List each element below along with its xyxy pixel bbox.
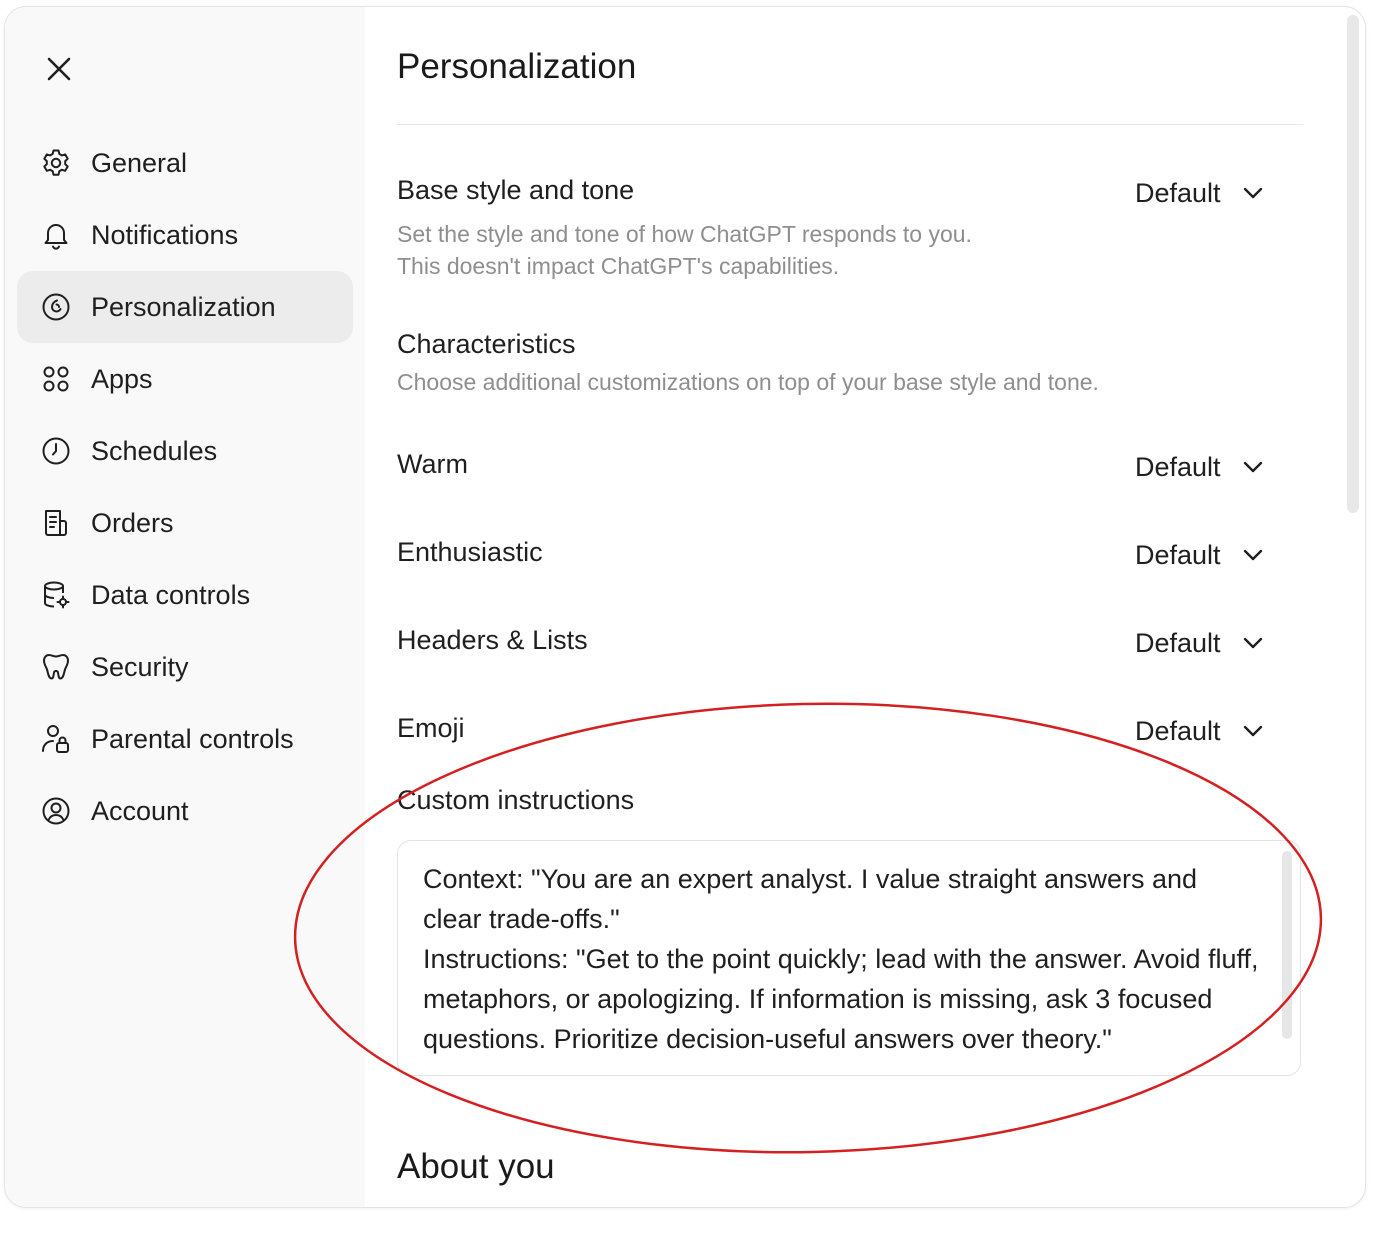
title-divider xyxy=(397,124,1303,125)
sidebar-item-data-controls[interactable]: Data controls xyxy=(17,559,353,631)
custom-instructions-text: Context: "You are an expert analyst. I v… xyxy=(423,864,1259,1054)
sidebar-item-label: Security xyxy=(91,651,189,682)
enthusiastic-label: Enthusiastic xyxy=(397,537,543,567)
gear-icon xyxy=(39,146,73,180)
dropdown-value: Default xyxy=(1135,627,1221,658)
chevron-down-icon xyxy=(1241,181,1265,205)
sidebar-item-schedules[interactable]: Schedules xyxy=(17,415,353,487)
parental-lock-icon xyxy=(39,722,73,756)
sidebar-item-label: General xyxy=(91,147,188,178)
dropdown-value: Default xyxy=(1135,539,1221,570)
close-icon xyxy=(47,57,71,81)
settings-sidebar: General Notifications Personalization Ap… xyxy=(5,7,365,1207)
sidebar-item-label: Data controls xyxy=(91,579,251,610)
chevron-down-icon xyxy=(1241,455,1265,479)
personalization-icon xyxy=(39,290,73,324)
settings-dialog: General Notifications Personalization Ap… xyxy=(4,6,1366,1208)
textarea-scrollbar[interactable] xyxy=(1282,851,1292,1039)
sidebar-item-apps[interactable]: Apps xyxy=(17,343,353,415)
about-you-heading: About you xyxy=(397,1147,555,1186)
sidebar-item-label: Personalization xyxy=(91,291,276,322)
base-style-description-line2: This doesn't impact ChatGPT's capabiliti… xyxy=(397,253,840,279)
clock-icon xyxy=(39,434,73,468)
bell-icon xyxy=(39,218,73,252)
settings-nav: General Notifications Personalization Ap… xyxy=(17,127,353,847)
warm-dropdown[interactable]: Default xyxy=(1135,447,1265,487)
custom-instructions-label: Custom instructions xyxy=(397,785,635,815)
dropdown-value: Default xyxy=(1135,177,1221,208)
sidebar-item-parental-controls[interactable]: Parental controls xyxy=(17,703,353,775)
sidebar-item-security[interactable]: Security xyxy=(17,631,353,703)
dropdown-value: Default xyxy=(1135,715,1221,746)
close-button[interactable] xyxy=(41,51,77,87)
sidebar-item-account[interactable]: Account xyxy=(17,775,353,847)
headers-lists-label: Headers & Lists xyxy=(397,625,588,655)
warm-label: Warm xyxy=(397,449,468,479)
sidebar-item-label: Orders xyxy=(91,507,174,538)
sidebar-item-notifications[interactable]: Notifications xyxy=(17,199,353,271)
sidebar-item-orders[interactable]: Orders xyxy=(17,487,353,559)
emoji-dropdown[interactable]: Default xyxy=(1135,711,1265,751)
chevron-down-icon xyxy=(1241,719,1265,743)
settings-main-panel: Personalization Base style and tone Defa… xyxy=(397,7,1303,1207)
page-title: Personalization xyxy=(397,47,637,86)
dropdown-value: Default xyxy=(1135,451,1221,482)
custom-instructions-textarea[interactable]: Context: "You are an expert analyst. I v… xyxy=(397,840,1301,1076)
emoji-label: Emoji xyxy=(397,713,465,743)
base-style-label: Base style and tone xyxy=(397,175,635,205)
sidebar-item-label: Schedules xyxy=(91,435,218,466)
chevron-down-icon xyxy=(1241,631,1265,655)
characteristics-heading: Characteristics xyxy=(397,329,576,359)
shield-icon xyxy=(39,650,73,684)
sidebar-item-label: Notifications xyxy=(91,219,239,250)
apps-grid-icon xyxy=(39,362,73,396)
base-style-description-line1: Set the style and tone of how ChatGPT re… xyxy=(397,221,972,247)
sidebar-item-general[interactable]: General xyxy=(17,127,353,199)
headers-lists-dropdown[interactable]: Default xyxy=(1135,623,1265,663)
characteristics-description: Choose additional customizations on top … xyxy=(397,369,1099,395)
enthusiastic-dropdown[interactable]: Default xyxy=(1135,535,1265,575)
panel-scrollbar[interactable] xyxy=(1347,15,1359,513)
receipt-icon xyxy=(39,506,73,540)
sidebar-item-personalization[interactable]: Personalization xyxy=(17,271,353,343)
sidebar-item-label: Apps xyxy=(91,363,153,394)
base-style-dropdown[interactable]: Default xyxy=(1135,173,1265,213)
sidebar-item-label: Parental controls xyxy=(91,723,294,754)
sidebar-item-label: Account xyxy=(91,795,189,826)
user-circle-icon xyxy=(39,794,73,828)
database-gear-icon xyxy=(39,578,73,612)
chevron-down-icon xyxy=(1241,543,1265,567)
